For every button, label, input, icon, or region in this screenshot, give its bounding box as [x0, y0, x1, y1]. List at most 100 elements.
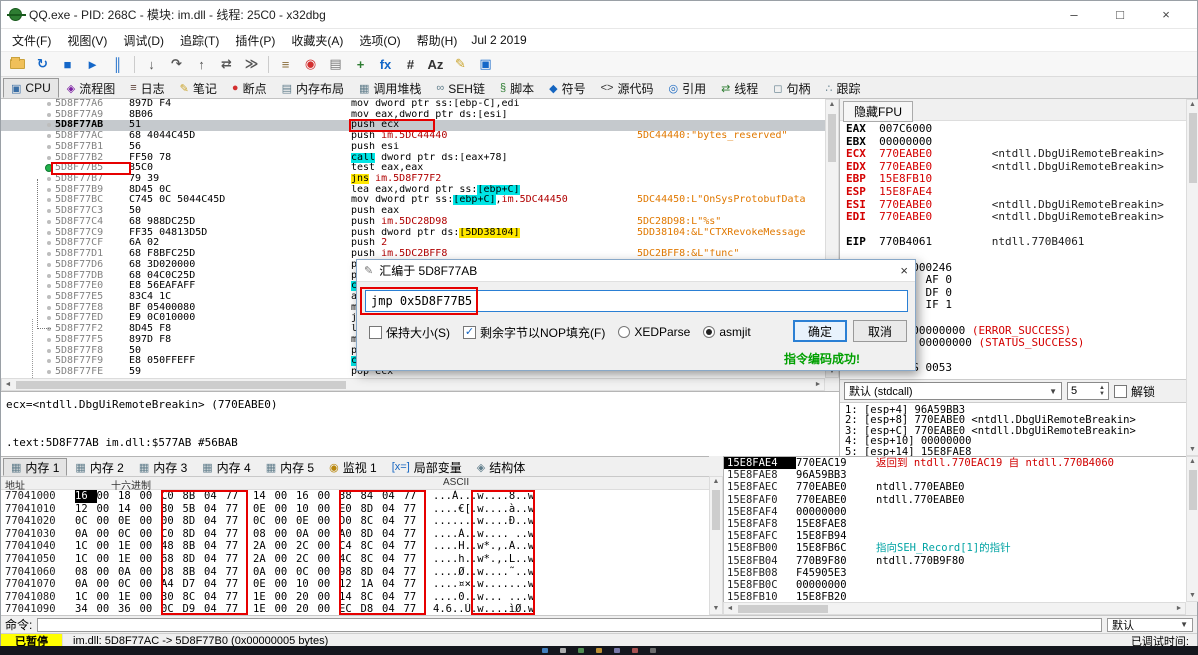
breakpoint-dot[interactable]: [45, 164, 53, 173]
disasm-row[interactable]: 5D8F77B5 85C0 test eax,eax: [1, 163, 825, 174]
pause-button[interactable]: ║: [105, 53, 130, 75]
instruction-dot[interactable]: [47, 348, 51, 353]
stack-hscrollbar[interactable]: ◄ ►: [723, 602, 1186, 615]
scrollbar-thumb[interactable]: [1189, 113, 1197, 183]
minimize-button[interactable]: –: [1051, 7, 1097, 22]
spinner-arrows-icon[interactable]: ▲ ▼: [1099, 385, 1105, 397]
dump-vscrollbar[interactable]: ▲ ▼: [709, 476, 723, 615]
stop-button[interactable]: ■: [55, 53, 80, 75]
windows-taskbar[interactable]: [0, 646, 1198, 655]
scroll-up-icon[interactable]: ▲: [1187, 100, 1198, 110]
scroll-down-icon[interactable]: ▼: [710, 604, 722, 614]
disasm-row[interactable]: 5D8F77B7 79 39 jns im.5D8F77F2: [1, 173, 825, 185]
register-row[interactable]: EDI 770EABE0 <ntdll.DbgUiRemoteBreakin>: [840, 211, 1187, 224]
dump-row[interactable]: 77041050 1C 00 1E 00 68 8D 04 77 2A 00 2C 00 4C 8C 04 77…: [1, 553, 709, 566]
menu-item[interactable]: 收藏夹(A): [283, 29, 351, 52]
stack-panel[interactable]: 15E8FAE4 770EAC19 返回到 ntdll.770EAC19 自 ntd…: [723, 456, 1186, 615]
stack-row[interactable]: 15E8FAFC 15E8FB94: [724, 530, 1186, 542]
argument-row[interactable]: 5: [esp+14] 15E8FAE8: [840, 447, 1187, 456]
tab-locals[interactable]: [x=] 局部变量: [385, 458, 469, 476]
run-to-cursor-button[interactable]: ⇄: [214, 53, 239, 75]
scroll-up-icon[interactable]: ▲: [710, 477, 722, 487]
args-count-spinner[interactable]: 5 ▲ ▼: [1067, 382, 1109, 400]
notes-button[interactable]: ✎: [448, 53, 473, 75]
scroll-left-icon[interactable]: ◄: [2, 379, 14, 390]
register-row[interactable]: ECX 770EABE0 <ntdll.DbgUiRemoteBreakin>: [840, 148, 1187, 161]
argument-row[interactable]: 1: [esp+4] 96A59BB3: [840, 405, 1187, 415]
stack-row[interactable]: 15E8FAF8 15E8FAE8: [724, 518, 1186, 530]
argument-row[interactable]: 4: [esp+10] 00000000: [840, 436, 1187, 446]
tab-struct[interactable]: ◈ 结构体: [470, 458, 532, 476]
tab-dump4[interactable]: ▦ 内存 4: [195, 458, 257, 476]
menu-item[interactable]: 选项(O): [351, 29, 408, 52]
menu-item[interactable]: 追踪(T): [172, 29, 227, 52]
memory-dump-panel[interactable]: ▦ 内存 1 ▦ 内存 2 ▦ 内存 3 ▦ 内存 4 ▦ 内存 5 ◉ 监视 1 [x=] 局部变量 ◈ 结…: [1, 456, 709, 615]
fill-nop-checkbox[interactable]: ✓ 剩余字节以NOP填充(F): [463, 324, 605, 341]
instruction-dot[interactable]: [47, 123, 51, 128]
tab-dump3[interactable]: ▦ 内存 3: [132, 458, 194, 476]
close-button[interactable]: ×: [1143, 7, 1189, 22]
tab-trace[interactable]: ∴ 跟踪: [818, 78, 867, 98]
tab-seh[interactable]: ∞ SEH链: [429, 78, 492, 98]
tab-threads[interactable]: ⇄ 线程: [714, 78, 765, 98]
tab-symbols[interactable]: ◆ 符号: [542, 78, 592, 98]
patches-button[interactable]: +: [348, 53, 373, 75]
dump-row[interactable]: 77041020 0C 00 0E 00 00 8D 04 77 0C 00 0E 00 D0 8C 04 77…: [1, 515, 709, 528]
keep-size-checkbox[interactable]: 保持大小(S): [369, 324, 450, 341]
register-row[interactable]: ESI 770EABE0 <ntdll.DbgUiRemoteBreakin>: [840, 199, 1187, 212]
tab-memory-map[interactable]: ▤ 内存布局: [275, 78, 351, 98]
dump-row[interactable]: 77041070 0A 00 0C 00 A4 D7 04 77 0E 00 10 00 12 1A 04 77…: [1, 578, 709, 591]
menu-item[interactable]: 文件(F): [4, 29, 59, 52]
run-button[interactable]: ►: [80, 53, 105, 75]
calling-convention-select[interactable]: 默认 (stdcall) ▼: [844, 382, 1062, 400]
dump-row[interactable]: 77041000 16 00 18 00 C0 8B 04 77 14 00 16 00 38 84 04 77…: [1, 490, 709, 503]
hide-fpu-button[interactable]: 隐藏FPU: [843, 101, 914, 122]
register-row[interactable]: EBX 00000000: [840, 136, 1187, 149]
instruction-dot[interactable]: [47, 134, 51, 139]
open-file-button[interactable]: [5, 53, 30, 75]
dump-row[interactable]: 77041040 1C 00 1E 00 48 8B 04 77 2A 00 2C 00 C4 8C 04 77…: [1, 540, 709, 553]
tab-log[interactable]: ≡ 日志: [123, 78, 171, 98]
command-profile-select[interactable]: 默认 ▼: [1107, 617, 1193, 632]
tab-watch1[interactable]: ◉ 监视 1: [322, 458, 384, 476]
disasm-row[interactable]: 5D8F77C3 50 push eax: [1, 205, 825, 217]
scroll-down-icon[interactable]: ▼: [1187, 445, 1198, 455]
stack-row[interactable]: 15E8FB04 770B9F80 ntdll.770B9F80: [724, 555, 1186, 567]
unlock-checkbox[interactable]: 解锁: [1114, 383, 1155, 400]
instruction-dot[interactable]: [47, 359, 51, 364]
scrollbar-thumb[interactable]: [16, 381, 346, 389]
stack-row[interactable]: 15E8FAEC 770EABE0 ntdll.770EABE0: [724, 481, 1186, 493]
screen-button[interactable]: ▣: [473, 53, 498, 75]
stack-row[interactable]: 15E8FAF4 00000000: [724, 506, 1186, 518]
close-icon[interactable]: ×: [900, 263, 908, 278]
command-input[interactable]: [37, 617, 1102, 632]
menu-item[interactable]: 视图(V): [59, 29, 115, 52]
disasm-row[interactable]: 5D8F77C4 68 988DC25D push im.5DC28D98 5DC28…: [1, 216, 825, 228]
tab-cpu[interactable]: ▣ CPU: [3, 78, 59, 98]
taskbar-app-icon[interactable]: [650, 648, 656, 653]
restart-button[interactable]: ↻: [30, 53, 55, 75]
disasm-row[interactable]: 5D8F77CF 6A 02 push 2: [1, 238, 825, 249]
tab-dump1[interactable]: ▦ 内存 1: [3, 458, 68, 476]
ok-button[interactable]: 确定: [793, 320, 847, 342]
stack-row[interactable]: 15E8FAE8 96A59BB3: [724, 469, 1186, 481]
tab-dump2[interactable]: ▦ 内存 2: [68, 458, 130, 476]
trace-button[interactable]: ≫: [239, 53, 264, 75]
instruction-dot[interactable]: [47, 155, 51, 160]
taskbar-app-icon[interactable]: [632, 648, 638, 653]
scroll-right-icon[interactable]: ►: [1173, 603, 1185, 614]
step-into-button[interactable]: ↓: [139, 53, 164, 75]
instruction-dot[interactable]: [47, 337, 51, 342]
scrollbar-thumb[interactable]: [712, 490, 720, 530]
stack-vscrollbar[interactable]: ▲ ▼: [1186, 456, 1198, 602]
register-row[interactable]: EIP 770B4061 ntdll.770B4061: [840, 236, 1187, 249]
dump-row[interactable]: 77041010 12 00 14 00 80 5B 04 77 0E 00 10 00 E0 8D 04 77…: [1, 503, 709, 516]
disasm-row[interactable]: 5D8F77A9 8B06 mov eax,dword ptr ds:[esi]: [1, 109, 825, 121]
instruction-dot[interactable]: [47, 102, 51, 106]
registers-vscrollbar[interactable]: ▲ ▼: [1186, 99, 1198, 456]
taskbar-app-icon[interactable]: [596, 648, 602, 653]
tab-references[interactable]: ◎ 引用: [661, 78, 713, 98]
xedparse-radio[interactable]: XEDParse: [618, 325, 690, 339]
menu-item[interactable]: 调试(D): [115, 29, 172, 52]
disasm-row[interactable]: 5D8F77B9 8D45 0C lea eax,dword ptr ss:[ebp…: [1, 184, 825, 196]
